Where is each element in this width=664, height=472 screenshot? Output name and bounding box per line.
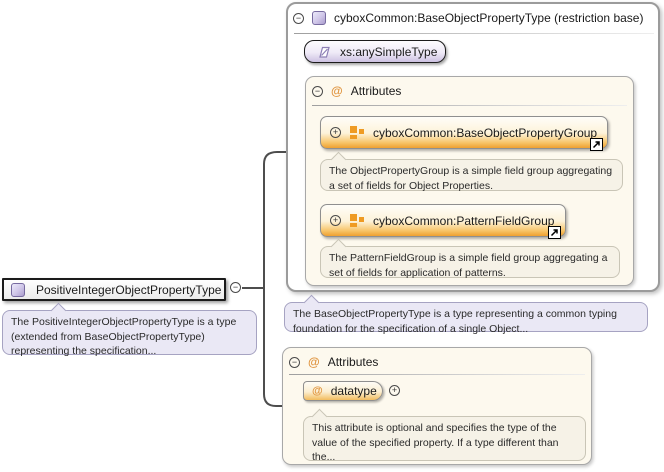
base-type-annotation-text: The BaseObjectPropertyType is a type rep… (293, 308, 617, 335)
attribute-annotation-text: This attribute is optional and specifies… (312, 422, 559, 463)
base-type-title: cyboxCommon:BaseObjectPropertyType (rest… (334, 11, 643, 25)
complex-type-icon (11, 283, 25, 297)
header-separator (294, 33, 654, 34)
element-annotation-text: The PositiveIntegerObjectPropertyType is… (11, 316, 236, 357)
header-separator (312, 105, 627, 106)
go-to-definition-icon[interactable] (590, 138, 603, 151)
collapse-icon: − (233, 283, 238, 292)
header-separator (289, 374, 585, 375)
go-to-definition-icon[interactable] (548, 226, 561, 239)
expand-toggle[interactable]: + (330, 127, 341, 138)
attribute-annotation-note: This attribute is optional and specifies… (303, 416, 586, 461)
simple-type-icon (317, 45, 331, 59)
group-box-pattern-field-group[interactable]: + cyboxCommon:PatternFieldGroup (320, 204, 566, 237)
expand-toggle-datatype[interactable]: + (389, 385, 400, 396)
group-name: cyboxCommon:BaseObjectPropertyGroup (373, 126, 597, 140)
attributes-heading: Attributes (351, 84, 402, 98)
attribute-at-icon: @ (308, 356, 320, 368)
collapse-icon: − (292, 358, 297, 367)
group-annotation-note: The ObjectPropertyGroup is a simple fiel… (320, 159, 623, 191)
collapse-icon: − (315, 87, 320, 96)
element-box-positive-integer-object-property-type[interactable]: PositiveIntegerObjectPropertyType (2, 278, 226, 301)
attribute-box-datatype[interactable]: @ datatype (303, 381, 383, 401)
group-annotation-text: The PatternFieldGroup is a simple field … (329, 252, 607, 279)
element-annotation-note: The PositiveIntegerObjectPropertyType is… (2, 310, 257, 355)
attribute-at-icon: @ (331, 85, 343, 97)
expand-icon: + (333, 128, 338, 137)
complex-type-icon (312, 11, 326, 25)
group-name: cyboxCommon:PatternFieldGroup (373, 214, 554, 228)
group-box-base-object-property-group[interactable]: + cyboxCommon:BaseObjectPropertyGroup (320, 116, 608, 149)
attribute-group-icon (350, 214, 364, 227)
group-annotation-note: The PatternFieldGroup is a simple field … (320, 246, 620, 278)
base-type-attributes-panel: − @ Attributes + cyboxCommon:BaseObjectP… (305, 76, 634, 286)
base-type-annotation-note: The BaseObjectPropertyType is a type rep… (284, 302, 648, 332)
own-attributes-panel: − @ Attributes @ datatype + This attribu… (282, 347, 592, 465)
attributes-heading: Attributes (328, 355, 379, 369)
group-annotation-text: The ObjectPropertyGroup is a simple fiel… (329, 165, 612, 192)
collapse-icon: − (296, 14, 301, 23)
expand-toggle[interactable]: + (330, 215, 341, 226)
collapse-toggle-element[interactable]: − (230, 282, 241, 293)
expand-icon: + (392, 386, 397, 395)
collapse-toggle-base-type[interactable]: − (293, 13, 304, 24)
element-title: PositiveIntegerObjectPropertyType (36, 283, 221, 297)
collapse-toggle-attributes[interactable]: − (289, 357, 300, 368)
expand-icon: + (333, 216, 338, 225)
attribute-name: datatype (331, 384, 377, 398)
attribute-at-icon: @ (312, 386, 323, 397)
collapse-toggle-attributes[interactable]: − (312, 86, 323, 97)
simple-type-box[interactable]: xs:anySimpleType (304, 40, 446, 63)
attribute-group-icon (350, 126, 364, 139)
base-type-container[interactable]: − cyboxCommon:BaseObjectPropertyType (re… (286, 2, 660, 292)
simple-type-label: xs:anySimpleType (340, 45, 437, 59)
schema-diagram: PositiveIntegerObjectPropertyType − The … (0, 0, 664, 472)
